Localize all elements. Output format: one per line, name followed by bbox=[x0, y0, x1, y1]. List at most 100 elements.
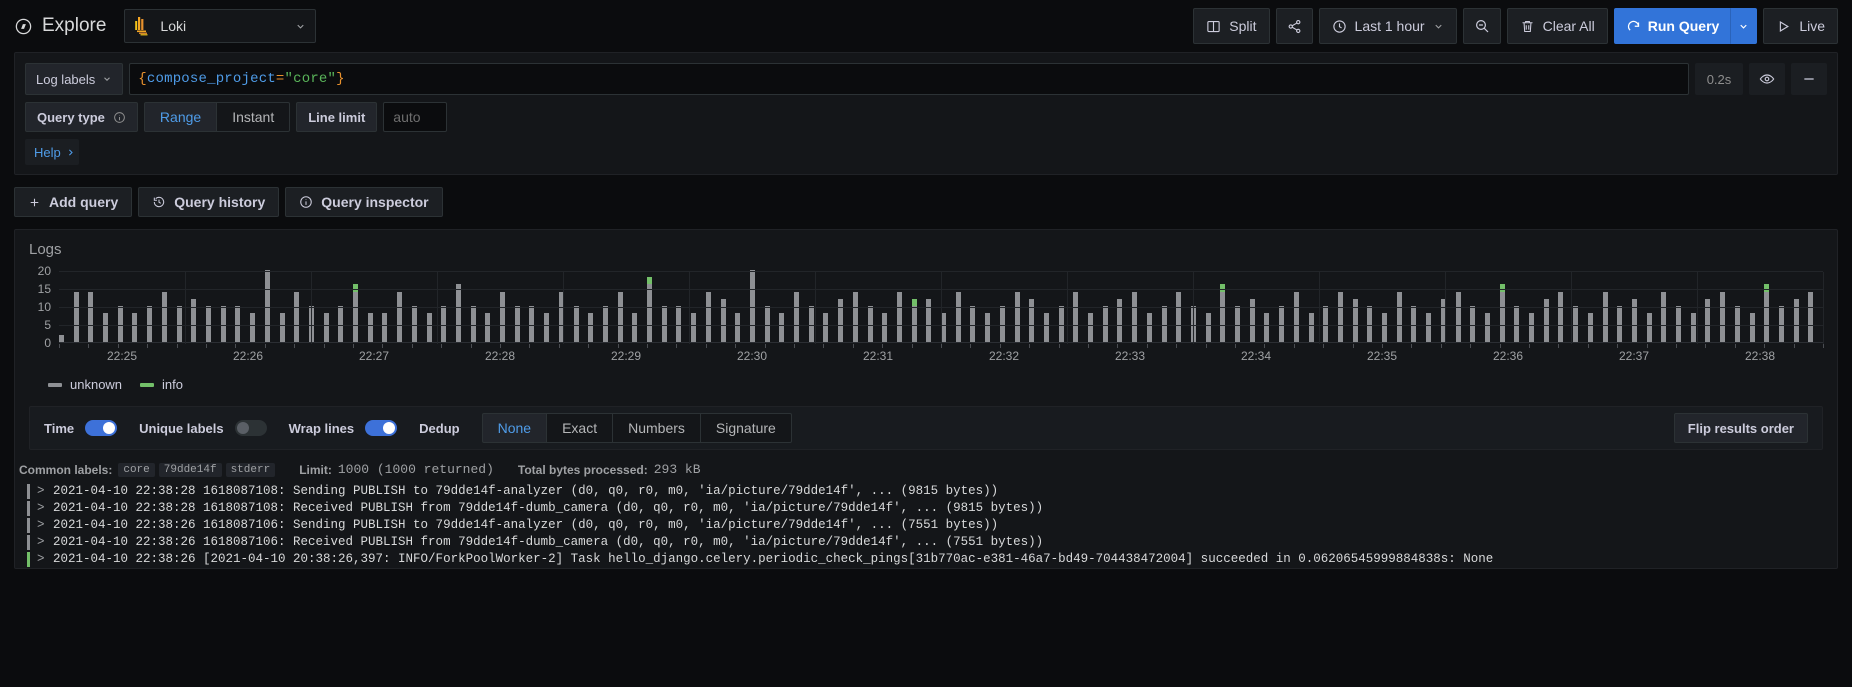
info-icon[interactable] bbox=[113, 111, 126, 124]
toggle-query-visibility-button[interactable] bbox=[1749, 63, 1785, 95]
zoom-out-button[interactable] bbox=[1462, 8, 1501, 44]
log-labels-button[interactable]: Log labels bbox=[25, 63, 124, 95]
x-tick-mark bbox=[1352, 344, 1354, 348]
x-tick-mark bbox=[59, 344, 60, 348]
log-row-text: 2021-04-10 22:38:26 1618087106: Sending … bbox=[53, 518, 999, 532]
x-tick-mark bbox=[1293, 344, 1295, 348]
x-tick-mark bbox=[1529, 344, 1530, 348]
bytes-value: 293 kB bbox=[653, 462, 701, 477]
x-tick-label: 22:38 bbox=[1744, 349, 1776, 363]
run-query-dropdown-toggle[interactable] bbox=[1731, 8, 1758, 44]
help-label: Help bbox=[34, 144, 61, 160]
log-row[interactable]: >2021-04-10 22:38:28 1618087108: Receive… bbox=[19, 500, 1837, 517]
x-tick-mark bbox=[1058, 344, 1060, 348]
histogram-x-axis: 22:25 22:26 22:27 22:28 22:29 22:30 22:31 22:32… bbox=[59, 272, 1824, 366]
log-row[interactable]: >2021-04-10 22:38:28 1618087108: Sending… bbox=[19, 483, 1837, 500]
log-row[interactable]: >2021-04-10 22:38:26 1618087106: Sending… bbox=[19, 517, 1837, 534]
log-row[interactable]: >2021-04-10 22:38:26 [2021-04-10 20:38:2… bbox=[19, 551, 1837, 568]
chevron-down-icon bbox=[102, 74, 112, 84]
play-icon bbox=[1776, 19, 1791, 34]
legend-label: unknown bbox=[70, 377, 123, 392]
run-query-button[interactable]: Run Query bbox=[1613, 8, 1732, 44]
wrap-lines-toggle[interactable] bbox=[365, 420, 398, 436]
time-range-picker[interactable]: Last 1 hour bbox=[1318, 8, 1457, 44]
x-tick-mark bbox=[441, 344, 443, 348]
x-tick-label: 22:31 bbox=[862, 349, 894, 363]
remove-query-button[interactable] bbox=[1791, 63, 1827, 95]
expand-row-chevron-icon[interactable]: > bbox=[37, 534, 46, 551]
query-expression-input[interactable]: {compose_project = "core"} bbox=[129, 63, 1689, 95]
refresh-icon bbox=[1626, 19, 1641, 34]
expand-row-chevron-icon[interactable]: > bbox=[37, 483, 46, 500]
y-tick-label: 10 bbox=[37, 300, 51, 314]
query-type-option-instant[interactable]: Instant bbox=[217, 102, 291, 132]
share-button[interactable] bbox=[1275, 8, 1313, 44]
x-tick-mark bbox=[852, 344, 854, 348]
dedup-option-numbers[interactable]: Numbers bbox=[613, 413, 701, 443]
query-type-option-range[interactable]: Range bbox=[143, 102, 218, 132]
x-tick-label: 22:26 bbox=[232, 349, 264, 363]
x-tick-mark bbox=[1646, 344, 1648, 348]
trash-icon bbox=[1520, 19, 1535, 34]
x-grid-line bbox=[563, 272, 564, 344]
log-row-text: 2021-04-10 22:38:28 1618087108: Sending … bbox=[53, 484, 999, 498]
common-label-chip[interactable]: 79dde14f bbox=[158, 462, 222, 477]
expr-close-brace: } bbox=[336, 71, 345, 87]
clear-all-button[interactable]: Clear All bbox=[1506, 8, 1608, 44]
legend-swatch bbox=[140, 382, 155, 387]
x-tick-mark bbox=[1764, 344, 1766, 348]
expand-row-chevron-icon[interactable]: > bbox=[37, 517, 46, 534]
logs-meta-row: Common labels: core 79dde14f stderr Limit:… bbox=[15, 450, 1837, 483]
wrap-lines-toggle-group: Wrap lines bbox=[289, 420, 398, 436]
common-labels-label: Common labels: bbox=[19, 462, 113, 477]
unique-labels-toggle-label: Unique labels bbox=[139, 420, 224, 436]
datasource-picker[interactable]: Loki bbox=[124, 9, 317, 43]
help-toggle-button[interactable]: Help bbox=[25, 139, 79, 165]
query-type-label-box: Query type bbox=[25, 102, 138, 132]
x-tick-mark bbox=[1617, 344, 1619, 348]
x-grid-line bbox=[1445, 272, 1446, 344]
expand-row-chevron-icon[interactable]: > bbox=[37, 551, 46, 568]
legend-swatch bbox=[48, 382, 62, 387]
expand-row-chevron-icon[interactable]: > bbox=[37, 500, 46, 517]
x-tick-mark bbox=[1205, 344, 1207, 348]
query-history-button[interactable]: Query history bbox=[138, 187, 280, 217]
log-row[interactable]: >2021-04-10 22:38:26 1618087106: Receive… bbox=[19, 534, 1837, 551]
x-tick-mark bbox=[117, 344, 119, 348]
info-circle-icon bbox=[299, 195, 313, 209]
log-level-indicator bbox=[27, 535, 30, 550]
wrap-lines-toggle-label: Wrap lines bbox=[288, 420, 355, 436]
add-query-button[interactable]: Add query bbox=[14, 187, 133, 217]
live-button[interactable]: Live bbox=[1763, 8, 1838, 44]
common-label-chip[interactable]: core bbox=[118, 462, 155, 477]
expr-label-name: compose_project bbox=[146, 71, 276, 87]
log-row-text: 2021-04-10 22:38:28 1618087108: Received… bbox=[53, 501, 1044, 515]
legend-item[interactable]: info bbox=[140, 377, 183, 392]
unique-labels-toggle[interactable] bbox=[234, 420, 267, 436]
x-tick-mark bbox=[941, 344, 942, 348]
common-label-chip[interactable]: stderr bbox=[225, 462, 276, 477]
x-tick-mark bbox=[1234, 344, 1236, 348]
dedup-option-signature[interactable]: Signature bbox=[700, 413, 792, 443]
query-expression-row: Log labels {compose_project = "core"} 0.2s bbox=[25, 63, 1827, 95]
x-tick-mark bbox=[1676, 344, 1677, 348]
x-tick-mark bbox=[1382, 344, 1383, 348]
unique-labels-toggle-group: Unique labels bbox=[139, 420, 267, 436]
compass-icon bbox=[14, 17, 33, 36]
zoom-out-icon bbox=[1474, 18, 1490, 34]
query-inspector-button[interactable]: Query inspector bbox=[285, 187, 443, 217]
datasource-name: Loki bbox=[160, 18, 187, 34]
x-tick-mark bbox=[1499, 344, 1501, 348]
legend-item[interactable]: unknown bbox=[48, 377, 122, 392]
flip-results-order-button[interactable]: Flip results order bbox=[1673, 413, 1808, 443]
split-button[interactable]: Split bbox=[1193, 8, 1270, 44]
time-toggle[interactable] bbox=[85, 420, 118, 436]
line-limit-input[interactable]: auto bbox=[383, 102, 448, 132]
dedup-option-exact[interactable]: Exact bbox=[547, 413, 614, 443]
limit-group: Limit: 1000 (1000 returned) bbox=[299, 462, 494, 477]
x-grid-line bbox=[1067, 272, 1068, 344]
y-tick-label: 5 bbox=[44, 318, 51, 332]
x-tick-mark bbox=[1029, 344, 1031, 348]
dedup-option-none[interactable]: None bbox=[481, 413, 548, 443]
y-tick-label: 15 bbox=[37, 282, 51, 296]
